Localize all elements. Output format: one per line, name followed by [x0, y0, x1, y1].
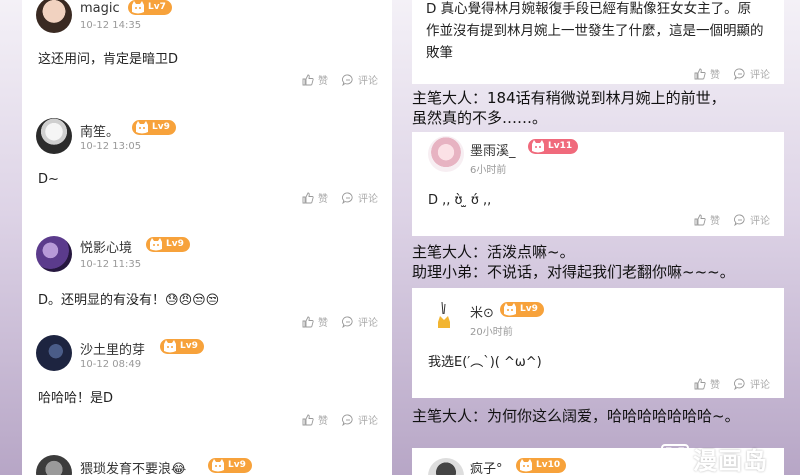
user-avatar[interactable]	[428, 458, 464, 475]
username[interactable]: 猥琐发育不要浪😂	[80, 458, 186, 475]
like-button[interactable]: 赞	[302, 190, 328, 205]
reply-button[interactable]: 评论	[342, 190, 378, 205]
reply-button[interactable]: 评论	[342, 314, 378, 329]
comment-time: 10-12 11:35	[80, 259, 142, 270]
comment-card: 米⊙ Lv9 20小时前 我选E(′︵`)( ^ω^) 赞 评论	[412, 288, 784, 398]
cat-level-icon	[136, 121, 148, 134]
user-avatar[interactable]	[36, 118, 72, 154]
comment-actions: 赞 评论	[694, 376, 770, 391]
thumbs-up-icon	[302, 192, 314, 203]
level-badge: Lv9	[500, 302, 544, 317]
level-badge: Lv9	[160, 339, 204, 354]
comment-actions: 赞 评论	[302, 412, 378, 427]
comment-text: D~	[38, 172, 59, 187]
reply-button[interactable]: 评论	[734, 66, 770, 81]
comment-time: 10-12 13:05	[80, 141, 142, 152]
like-button[interactable]: 赞	[302, 314, 328, 329]
username[interactable]: 疯子°	[470, 458, 503, 475]
comment-actions: 赞 评论	[302, 72, 378, 87]
cat-level-icon	[532, 140, 544, 153]
cat-level-icon	[212, 459, 224, 472]
user-avatar[interactable]	[36, 236, 72, 272]
comment-time: 6小时前	[470, 165, 507, 176]
comment-bubble-icon	[734, 214, 745, 226]
like-button[interactable]: 赞	[694, 376, 720, 391]
like-button[interactable]: 赞	[302, 412, 328, 427]
comment-bubble-icon	[734, 378, 745, 390]
reply-button[interactable]: 评论	[342, 72, 378, 87]
comment-text: 我选E(′︵`)( ^ω^)	[428, 355, 542, 370]
comment-bubble-icon	[342, 316, 353, 328]
comment-actions: 赞 评论	[302, 190, 378, 205]
comment-card: 猥琐发育不要浪😂 Lv9	[22, 441, 392, 475]
reply-button[interactable]: 评论	[734, 376, 770, 391]
comment-card: 沙土里的芽 Lv9 10-12 08:49 哈哈哈！是D 赞 评论	[22, 331, 392, 441]
author-reply-caption: 主笔大人：184话有稍微说到林月婉上的前世， 虽然真的不多……。	[412, 89, 726, 127]
cat-level-icon	[520, 459, 532, 472]
username[interactable]: 悦影心境	[80, 237, 132, 256]
comment-text: 哈哈哈！是D	[38, 391, 114, 406]
thumbs-up-icon	[694, 214, 706, 225]
author-reply-caption: 主笔大人：为何你这么阔爱，哈哈哈哈哈哈哈~。	[412, 407, 740, 425]
user-avatar[interactable]	[36, 0, 72, 33]
comment-actions: 赞 评论	[694, 66, 770, 81]
comment-bubble-icon	[342, 192, 353, 204]
username[interactable]: 南笙。	[80, 121, 119, 140]
comment-actions: 赞 评论	[302, 314, 378, 329]
thumbs-up-icon	[694, 68, 706, 79]
cat-level-icon	[132, 1, 144, 14]
like-button[interactable]: 赞	[302, 72, 328, 87]
level-badge: Lv9	[208, 458, 252, 473]
comment-bubble-icon	[342, 74, 353, 86]
username[interactable]: magic	[80, 1, 120, 16]
like-button[interactable]: 赞	[694, 66, 720, 81]
comment-text: D。还明显的有没有！😓😠😒😒	[38, 293, 220, 308]
comment-card: 南笙。 Lv9 10-12 13:05 D~ 赞 评论	[22, 98, 392, 216]
cat-level-icon	[504, 303, 516, 316]
user-avatar[interactable]	[36, 335, 72, 371]
user-avatar[interactable]	[428, 136, 464, 172]
username[interactable]: 墨雨溪_	[470, 140, 516, 159]
thumbs-up-icon	[302, 316, 314, 327]
comment-time: 20小时前	[470, 327, 513, 338]
reply-button[interactable]: 评论	[734, 212, 770, 227]
username[interactable]: 沙土里的芽	[80, 339, 145, 358]
level-badge: Lv9	[132, 120, 176, 135]
author-reply-caption: 主笔大人：活泼点嘛~。 助理小弟：不说话，对得起我们老翻你嘛~~~。	[412, 243, 735, 281]
comment-actions: 赞 评论	[694, 212, 770, 227]
level-badge: Lv7	[128, 0, 172, 15]
comment-text: 这还用问，肯定是暗卫D	[38, 52, 179, 67]
cat-level-icon	[150, 238, 162, 251]
watermark-text: 漫画岛	[693, 446, 768, 475]
user-avatar[interactable]	[428, 300, 460, 332]
left-comment-column: magic Lv7 10-12 14:35 这还用问，肯定是暗卫D 赞 评论 南…	[22, 0, 392, 475]
reply-button[interactable]: 评论	[342, 412, 378, 427]
comment-card: 墨雨溪_ Lv11 6小时前 D ,, ʊ̀ ̫ ʊ́ ,, 赞 评论	[412, 132, 784, 236]
site-watermark: M 漫画岛	[655, 441, 800, 475]
like-button[interactable]: 赞	[694, 212, 720, 227]
right-comment-column: D 真心覺得林月婉報復手段已經有點像狂女女主了。原作並沒有提到林月婉上一世發生了…	[412, 0, 784, 475]
comment-time: 10-12 14:35	[80, 20, 142, 31]
comment-time: 10-12 08:49	[80, 359, 142, 370]
thumbs-up-icon	[302, 414, 314, 425]
cat-level-icon	[164, 340, 176, 353]
level-badge: Lv10	[516, 458, 567, 473]
thumbs-up-icon	[694, 378, 706, 389]
comment-card: D 真心覺得林月婉報復手段已經有點像狂女女主了。原作並沒有提到林月婉上一世發生了…	[412, 0, 784, 84]
comment-card: 悦影心境 Lv9 10-12 11:35 D。还明显的有没有！😓😠😒😒 赞 评论	[22, 216, 392, 331]
comment-text: D 真心覺得林月婉報復手段已經有點像狂女女主了。原作並沒有提到林月婉上一世發生了…	[426, 1, 764, 61]
comment-text: D ,, ʊ̀ ̫ ʊ́ ,,	[428, 193, 492, 208]
user-avatar[interactable]	[36, 455, 72, 475]
comment-bubble-icon	[734, 68, 745, 80]
thumbs-up-icon	[302, 74, 314, 85]
level-badge: Lv11	[528, 139, 579, 154]
comment-bubble-icon	[342, 414, 353, 426]
level-badge: Lv9	[146, 237, 190, 252]
username[interactable]: 米⊙	[470, 302, 494, 321]
comment-card: magic Lv7 10-12 14:35 这还用问，肯定是暗卫D 赞 评论	[22, 0, 392, 98]
crown-avatar-icon	[438, 301, 450, 328]
watermark-logo-letter: M	[661, 444, 689, 472]
